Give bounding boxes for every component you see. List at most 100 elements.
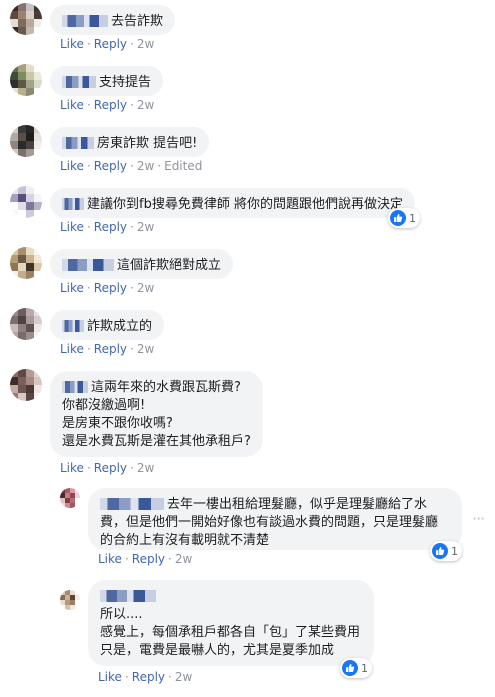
avatar-pixel	[18, 263, 26, 271]
avatar-pixel	[26, 316, 34, 324]
reaction-count-text: 1	[361, 661, 368, 675]
reply-link[interactable]: Reply	[94, 342, 127, 356]
avatar-pixel	[75, 605, 80, 610]
like-link[interactable]: Like	[60, 98, 84, 112]
reaction-count[interactable]: 1	[430, 541, 462, 561]
avatar-pixel	[26, 271, 34, 279]
timestamp[interactable]: 2w	[137, 342, 154, 356]
avatar[interactable]	[60, 488, 80, 508]
avatar-pixel	[26, 332, 34, 340]
comment-actions: Like · Reply · 2w · Edited	[60, 159, 203, 173]
like-link[interactable]: Like	[60, 342, 84, 356]
avatar-pixel	[10, 194, 18, 202]
comment-text: 這個詐欺絕對成立	[117, 258, 222, 273]
avatar-pixel	[34, 316, 42, 324]
like-link[interactable]: Like	[98, 670, 122, 684]
reply-link[interactable]: Reply	[132, 670, 165, 684]
reply-link[interactable]: Reply	[94, 159, 127, 173]
avatar-pixel	[26, 141, 34, 149]
timestamp[interactable]: 2w	[137, 159, 154, 173]
commenter-name[interactable]	[62, 76, 96, 88]
avatar-pixel	[18, 202, 26, 210]
avatar-pixel	[10, 210, 18, 218]
avatar-pixel	[10, 263, 18, 271]
commenter-name[interactable]	[62, 320, 84, 332]
avatar[interactable]	[10, 64, 42, 96]
avatar-pixel	[34, 149, 42, 157]
avatar[interactable]	[10, 247, 42, 279]
like-link[interactable]: Like	[98, 552, 122, 566]
avatar-pixel	[18, 186, 26, 194]
avatar-pixel	[34, 194, 42, 202]
avatar-pixel	[26, 194, 34, 202]
comment-text-line: 這兩年來的水費跟瓦斯費?	[91, 380, 241, 395]
avatar-pixel	[18, 271, 26, 279]
timestamp[interactable]: 2w	[137, 37, 154, 51]
avatar-pixel	[18, 72, 26, 80]
reply-link[interactable]: Reply	[94, 37, 127, 51]
timestamp[interactable]: 2w	[137, 98, 154, 112]
comment-actions: Like · Reply · 2w	[60, 220, 155, 234]
comment-text-line: 只是，電費是最嚇人的，尤其是夏季加成	[100, 643, 335, 658]
reply-link[interactable]: Reply	[132, 552, 165, 566]
avatar[interactable]	[60, 590, 80, 610]
like-link[interactable]: Like	[60, 159, 84, 173]
timestamp[interactable]: 2w	[137, 281, 154, 295]
edited-label[interactable]: Edited	[164, 159, 202, 173]
reaction-count[interactable]: 1	[340, 658, 372, 678]
comment-actions: Like · Reply · 2w	[60, 98, 155, 112]
avatar-pixel	[26, 80, 34, 88]
avatar-pixel	[10, 247, 18, 255]
commenter-name[interactable]	[62, 15, 108, 27]
reply-link[interactable]: Reply	[94, 98, 127, 112]
avatar-pixel	[18, 141, 26, 149]
avatar-pixel	[18, 149, 26, 157]
comment-bubble: 詐欺成立的	[50, 310, 165, 340]
like-link[interactable]: Like	[60, 37, 84, 51]
avatar-pixel	[18, 385, 26, 393]
reaction-count[interactable]: 1	[388, 208, 420, 228]
more-options-icon[interactable]: ···	[472, 511, 485, 527]
commenter-name[interactable]	[62, 198, 84, 210]
like-link[interactable]: Like	[60, 461, 84, 475]
avatar-pixel	[10, 308, 18, 316]
timestamp[interactable]: 2w	[175, 670, 192, 684]
commenter-name[interactable]	[100, 590, 156, 602]
comment-text: 支持提告	[99, 75, 152, 90]
like-link[interactable]: Like	[60, 220, 84, 234]
commenter-name[interactable]	[62, 259, 114, 271]
comment-bubble: 這個詐欺絕對成立	[50, 249, 234, 279]
avatar[interactable]	[10, 3, 42, 35]
avatar-pixel	[26, 3, 34, 11]
avatar-pixel	[26, 133, 34, 141]
avatar-pixel	[18, 377, 26, 385]
avatar-pixel	[26, 11, 34, 19]
comment-bubble: 這兩年來的水費跟瓦斯費? 你都沒繳過啊! 是房東不跟你收嗎? 還是水費瓦斯是灌在…	[50, 371, 263, 457]
avatar-pixel	[10, 72, 18, 80]
avatar-pixel	[26, 72, 34, 80]
avatar-pixel	[18, 133, 26, 141]
avatar-pixel	[10, 125, 18, 133]
avatar-pixel	[34, 377, 42, 385]
commenter-name[interactable]	[62, 137, 94, 149]
avatar-pixel	[18, 316, 26, 324]
timestamp[interactable]: 2w	[175, 552, 192, 566]
commenter-name[interactable]	[100, 498, 164, 510]
reply-link[interactable]: Reply	[94, 281, 127, 295]
avatar[interactable]	[10, 308, 42, 340]
avatar-pixel	[10, 316, 18, 324]
avatar-pixel	[18, 369, 26, 377]
like-link[interactable]: Like	[60, 281, 84, 295]
avatar-pixel	[34, 210, 42, 218]
avatar-pixel	[34, 332, 42, 340]
avatar-pixel	[26, 19, 34, 27]
avatar[interactable]	[10, 186, 42, 218]
avatar[interactable]	[10, 369, 42, 401]
timestamp[interactable]: 2w	[137, 461, 154, 475]
reply-link[interactable]: Reply	[94, 461, 127, 475]
reply-link[interactable]: Reply	[94, 220, 127, 234]
avatar[interactable]	[10, 125, 42, 157]
commenter-name[interactable]	[62, 381, 88, 393]
avatar-pixel	[34, 125, 42, 133]
timestamp[interactable]: 2w	[137, 220, 154, 234]
